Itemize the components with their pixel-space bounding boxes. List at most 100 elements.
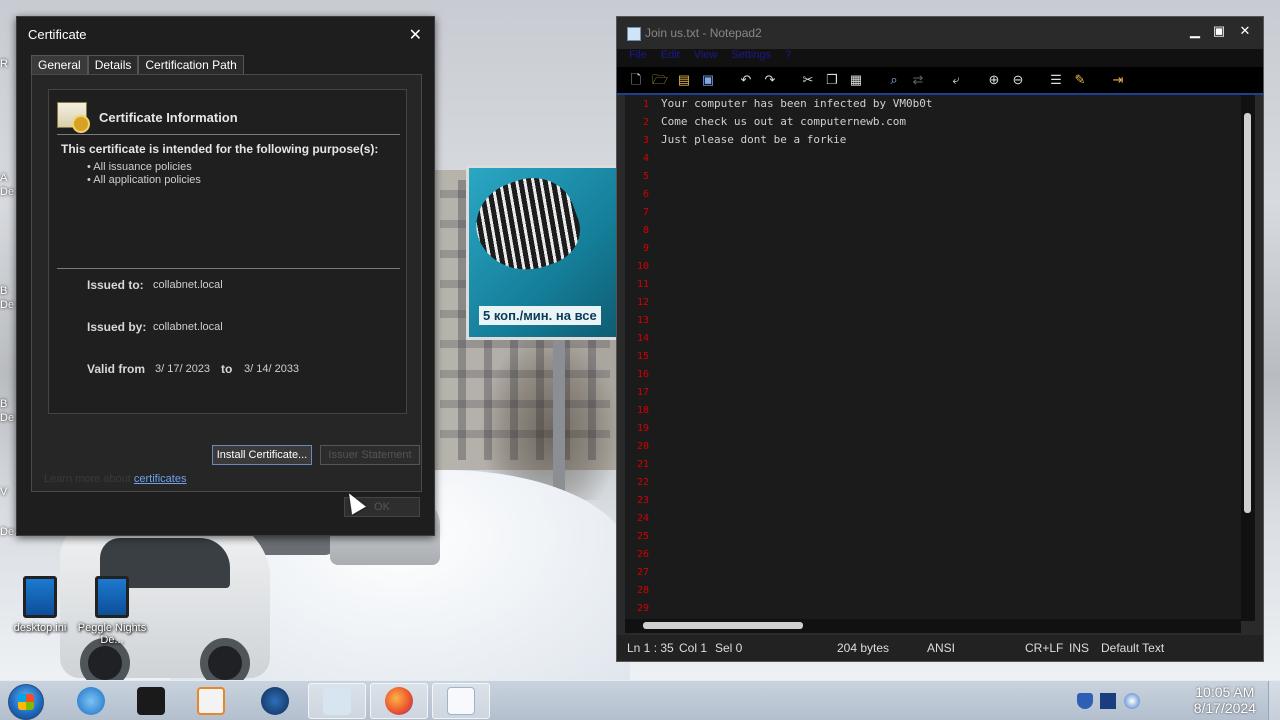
- paste-icon[interactable]: ▦: [847, 71, 865, 89]
- undo-icon[interactable]: ↶: [737, 71, 755, 89]
- internet-explorer-icon: [77, 687, 105, 715]
- notepad-icon: [447, 687, 475, 715]
- minimize-icon[interactable]: ▁: [1185, 23, 1205, 39]
- line-number: 19: [636, 423, 649, 434]
- line-number: 4: [642, 153, 649, 164]
- taskbar-internet-explorer[interactable]: [62, 683, 120, 719]
- valid-from-value: 3/ 17/ 2023: [155, 363, 211, 375]
- purpose-item: • All issuance policies: [87, 161, 192, 173]
- certificates-link[interactable]: certificates: [134, 473, 187, 485]
- security-shield-icon[interactable]: [1077, 693, 1093, 709]
- car-wheel: [200, 638, 250, 680]
- desktop-icon-desktop-ini[interactable]: desktop.ini: [0, 576, 80, 634]
- install-certificate-button[interactable]: Install Certificate...: [212, 445, 312, 465]
- divider: [57, 268, 400, 269]
- taskbar-certificate[interactable]: [308, 683, 366, 719]
- taskbar-app-dark[interactable]: [122, 683, 180, 719]
- replace-icon[interactable]: ⇄: [909, 71, 927, 89]
- exit-icon[interactable]: ⇥: [1109, 71, 1127, 89]
- line-number: 15: [636, 351, 649, 362]
- volume-icon[interactable]: [1124, 693, 1140, 709]
- scrollbar-thumb[interactable]: [643, 622, 803, 629]
- issuer-statement-button[interactable]: Issuer Statement: [320, 445, 420, 465]
- line-number: 24: [636, 513, 649, 524]
- text-line: Just please dont be a forkie: [661, 133, 847, 146]
- line-number: 8: [642, 225, 649, 236]
- status-bar: Ln 1 : 35 Col 1 Sel 0 204 bytes ANSI CR+…: [617, 635, 1263, 661]
- text-line: Your computer has been infected by VM0b0…: [661, 97, 933, 110]
- menu-view[interactable]: View: [694, 49, 718, 67]
- taskbar-media-player[interactable]: [182, 683, 240, 719]
- scrollbar-thumb[interactable]: [1244, 113, 1251, 513]
- notepad2-window: Join us.txt - Notepad2 ▁ ▣ ✕ File Edit V…: [616, 16, 1264, 662]
- status-mode[interactable]: INS: [1069, 641, 1089, 655]
- find-icon[interactable]: ⌕: [885, 71, 903, 89]
- network-icon[interactable]: [1100, 693, 1116, 709]
- desktop-icon-label: desktop.ini: [13, 622, 67, 634]
- cut-icon[interactable]: ✂: [799, 71, 817, 89]
- maximize-icon[interactable]: ▣: [1209, 23, 1229, 39]
- taskbar-firefox[interactable]: [370, 683, 428, 719]
- billboard: 5 коп./мин. на все: [464, 165, 620, 340]
- menu-settings[interactable]: Settings: [731, 49, 771, 67]
- taskbar-notepad2[interactable]: [432, 683, 490, 719]
- taskbar-globe-app[interactable]: [246, 683, 304, 719]
- line-number: 26: [636, 549, 649, 560]
- scheme-icon[interactable]: ☰: [1047, 71, 1065, 89]
- close-icon[interactable]: ✕: [409, 25, 422, 45]
- line-number: 25: [636, 531, 649, 542]
- globe-icon: [261, 687, 289, 715]
- customize-icon[interactable]: ✎: [1071, 71, 1089, 89]
- copy-icon[interactable]: ❐: [823, 71, 841, 89]
- line-number: 21: [636, 459, 649, 470]
- tab-details[interactable]: Details: [87, 55, 139, 75]
- show-desktop-button[interactable]: [1268, 681, 1280, 720]
- menu-file[interactable]: File: [629, 49, 647, 67]
- tab-strip: General Details Certification Path: [31, 55, 244, 75]
- zoom-in-icon[interactable]: ⊕: [985, 71, 1003, 89]
- redo-icon[interactable]: ↷: [761, 71, 779, 89]
- tab-certification-path[interactable]: Certification Path: [138, 55, 244, 75]
- text-line: Come check us out at computernewb.com: [661, 115, 907, 128]
- line-number: 3: [642, 135, 649, 146]
- desktop-icon-peggle-nights[interactable]: Peggle Nights De...: [72, 576, 152, 646]
- menu-help[interactable]: ?: [785, 49, 791, 67]
- firefox-icon: [385, 687, 413, 715]
- word-wrap-icon[interactable]: ⤶: [947, 71, 965, 89]
- line-number: 1: [642, 99, 649, 110]
- issued-by-value: collabnet.local: [153, 321, 223, 333]
- line-number: 16: [636, 369, 649, 380]
- line-number: 23: [636, 495, 649, 506]
- line-number: 9: [642, 243, 649, 254]
- window-titlebar[interactable]: Join us.txt - Notepad2 ▁ ▣ ✕: [617, 17, 1263, 49]
- zoom-out-icon[interactable]: ⊖: [1009, 71, 1027, 89]
- browse-icon[interactable]: ▤: [675, 71, 693, 89]
- tab-general[interactable]: General: [31, 55, 88, 75]
- dialog-titlebar[interactable]: Certificate: [17, 17, 434, 51]
- close-icon[interactable]: ✕: [1235, 23, 1255, 39]
- horizontal-scrollbar[interactable]: [625, 619, 1241, 633]
- desktop-icon-label: Peggle Nights De...: [77, 622, 147, 646]
- line-number: 14: [636, 333, 649, 344]
- start-button[interactable]: [8, 684, 44, 720]
- app-icon: [95, 576, 129, 618]
- terminal-icon: [137, 687, 165, 715]
- valid-to-label: to: [221, 362, 233, 376]
- certificate-icon: [323, 687, 351, 715]
- divider: [57, 134, 400, 135]
- vertical-scrollbar[interactable]: [1241, 95, 1255, 621]
- new-file-icon[interactable]: 🗋: [627, 71, 645, 89]
- status-encoding[interactable]: ANSI: [927, 641, 955, 655]
- status-eol[interactable]: CR+LF: [1025, 641, 1063, 655]
- dialog-title: Certificate: [28, 26, 87, 42]
- text-editor[interactable]: 1 2 3 4 5 6 7 8 9 10 11 12 13 14 15 16 17 18 19 20 21 22 23 24 2…: [625, 95, 1255, 621]
- clock[interactable]: 10:05 AM 8/17/2024: [1194, 684, 1256, 716]
- issued-by-label: Issued by:: [87, 320, 147, 334]
- issued-to-value: collabnet.local: [153, 279, 223, 291]
- save-icon[interactable]: ▣: [699, 71, 717, 89]
- open-folder-icon[interactable]: 🗁: [651, 71, 669, 89]
- media-player-icon: [197, 687, 225, 715]
- status-scheme[interactable]: Default Text: [1101, 641, 1164, 655]
- line-number: 5: [642, 171, 649, 182]
- menu-edit[interactable]: Edit: [661, 49, 680, 67]
